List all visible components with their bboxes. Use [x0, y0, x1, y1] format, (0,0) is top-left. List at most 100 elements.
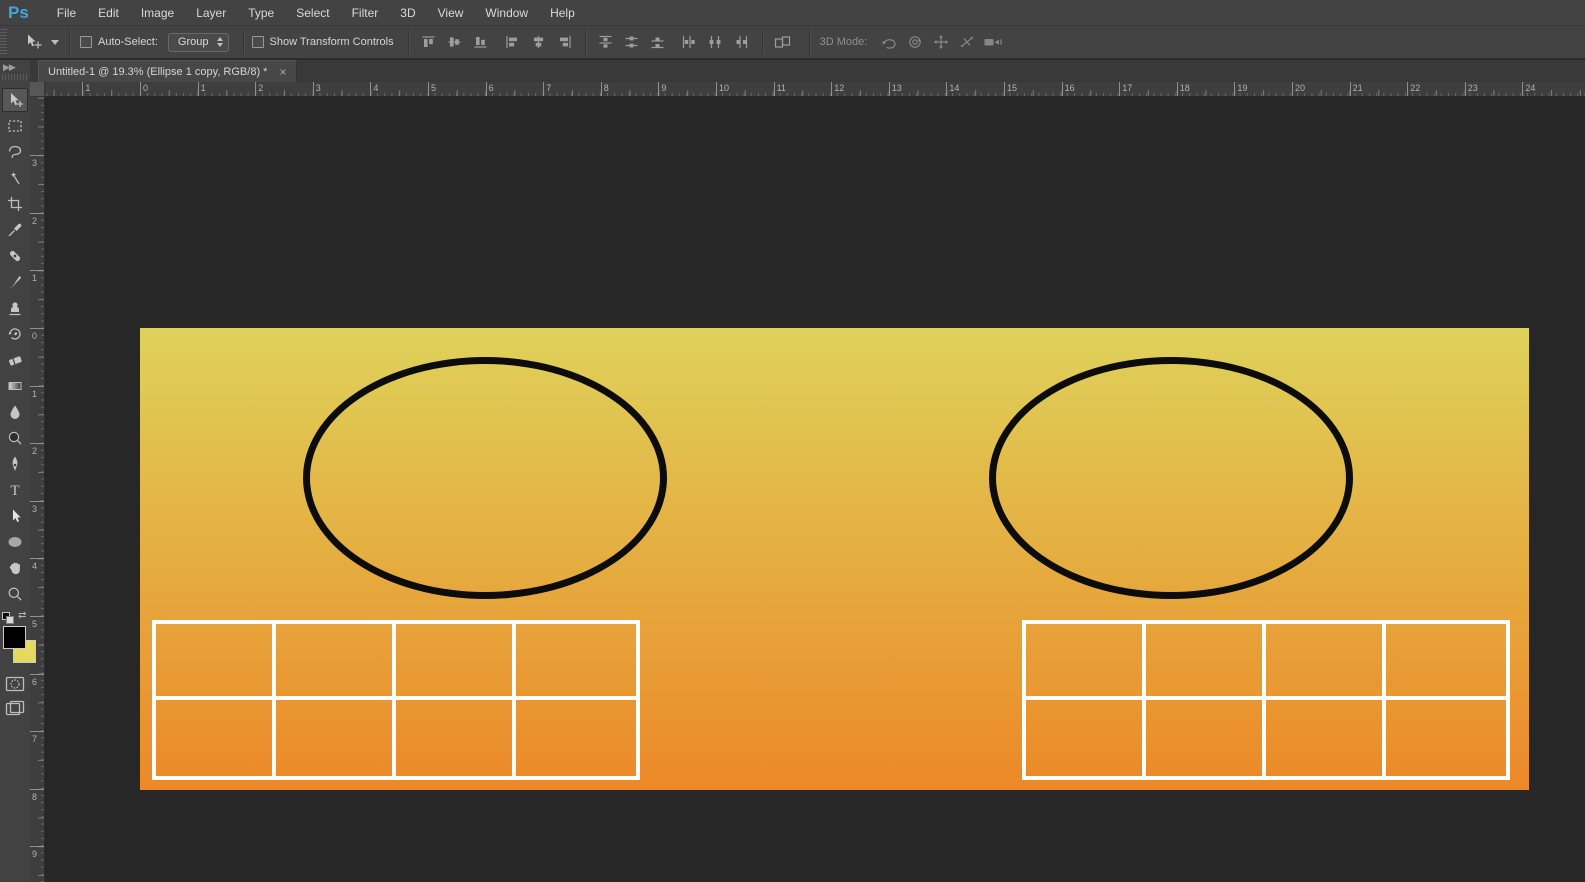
ruler-label: 9: [32, 849, 38, 860]
ruler-label: 4: [32, 561, 38, 572]
ruler-tick: [1407, 82, 1409, 96]
tool-preset-caret-icon[interactable]: [51, 39, 59, 45]
ruler-tick: [30, 731, 44, 733]
ruler-label: 2: [32, 215, 38, 226]
horizontal-ruler[interactable]: 1 0 1 2 3 4 5 6 7 8 9 10 11 12 13 14 15 16 17 18 19 20 21 22 23 2…: [45, 82, 1585, 97]
auto-align-layers-icon[interactable]: [771, 31, 795, 53]
history-brush-tool[interactable]: [2, 322, 28, 346]
brush-tool[interactable]: [2, 270, 28, 294]
ruler-label: 0: [32, 331, 38, 341]
separator: [242, 29, 244, 55]
menu-filter[interactable]: Filter: [350, 4, 381, 22]
ruler-tick: [30, 558, 44, 560]
foreground-color-swatch[interactable]: [3, 626, 26, 649]
ruler-label: 11: [776, 83, 786, 93]
type-tool[interactable]: T: [2, 478, 28, 502]
move-tool[interactable]: [2, 88, 28, 112]
swap-colors-icon[interactable]: ⇄: [18, 610, 26, 621]
eyedropper-tool[interactable]: [2, 218, 28, 242]
distribute-left-icon[interactable]: [678, 31, 702, 53]
menu-edit[interactable]: Edit: [96, 4, 121, 22]
ruler-tick: [716, 82, 717, 96]
options-bar-grip[interactable]: [0, 28, 7, 56]
spot-healing-brush-tool[interactable]: [2, 244, 28, 268]
auto-select-mode-dropdown[interactable]: Group: [167, 32, 229, 52]
menu-3d[interactable]: 3D: [398, 4, 417, 22]
ruler-label: 10: [719, 83, 730, 93]
ruler-label: 14: [949, 83, 960, 93]
ruler-tick: [82, 82, 84, 96]
gradient-tool[interactable]: [2, 374, 28, 398]
menu-image[interactable]: Image: [139, 4, 176, 22]
distribute-horizontal-centers-icon[interactable]: [704, 31, 728, 53]
align-bottom-icon[interactable]: [469, 31, 493, 53]
distribute-bottom-icon[interactable]: [646, 31, 670, 53]
menu-select[interactable]: Select: [294, 4, 331, 22]
crop-tool[interactable]: [2, 192, 28, 216]
menu-layer[interactable]: Layer: [194, 4, 228, 22]
ruler-label: 1: [85, 83, 91, 93]
blur-tool[interactable]: [2, 400, 28, 424]
ruler-label: 7: [32, 734, 38, 745]
zoom-tool[interactable]: [2, 582, 28, 606]
menu-help[interactable]: Help: [548, 4, 577, 22]
options-bar: Auto-Select: Group Show Transform Contro…: [0, 26, 1585, 59]
show-transform-controls-label: Show Transform Controls: [269, 36, 394, 48]
distribute-right-icon[interactable]: [730, 31, 754, 53]
ruler-label: 17: [1122, 83, 1133, 93]
table-grid-left: [152, 620, 640, 780]
tab-close-icon[interactable]: ×: [279, 66, 286, 78]
photoshop-logo: Ps: [8, 2, 29, 22]
move-tool-preset-icon[interactable]: [22, 31, 46, 53]
menu-view[interactable]: View: [436, 4, 466, 22]
ruler-label: 13: [891, 83, 902, 93]
ruler-tick: [831, 82, 833, 96]
menu-file[interactable]: File: [55, 4, 78, 22]
ruler-label: 5: [431, 83, 437, 93]
3d-camera-icon: [981, 31, 1005, 53]
menu-type[interactable]: Type: [246, 4, 276, 22]
ruler-tick: [30, 212, 44, 214]
default-colors-icon[interactable]: [2, 612, 14, 624]
ruler-tick: [543, 82, 545, 96]
vertical-ruler[interactable]: 3210123456789: [30, 97, 45, 882]
auto-select-label: Auto-Select:: [98, 36, 158, 48]
dodge-tool[interactable]: [2, 426, 28, 450]
show-transform-controls-checkbox[interactable]: [251, 36, 264, 48]
pen-tool[interactable]: [2, 452, 28, 476]
distribute-vertical-centers-icon[interactable]: [620, 31, 644, 53]
tool-panel-grip[interactable]: [2, 74, 28, 80]
ruler-corner: [30, 82, 45, 97]
align-horizontal-centers-icon[interactable]: [527, 31, 551, 53]
separator: [584, 29, 586, 55]
ruler-label: 22: [1410, 83, 1421, 93]
quick-selection-tool[interactable]: [2, 166, 28, 190]
document-tab[interactable]: Untitled-1 @ 19.3% (Ellipse 1 copy, RGB/…: [38, 60, 298, 82]
quick-mask-button[interactable]: [2, 674, 28, 694]
ruler-tick: [1464, 82, 1466, 96]
clone-stamp-tool[interactable]: [2, 296, 28, 320]
auto-select-checkbox[interactable]: [80, 36, 92, 48]
ruler-tick: [1061, 82, 1063, 96]
separator: [808, 29, 810, 55]
align-left-icon[interactable]: [501, 31, 525, 53]
lasso-tool[interactable]: [2, 140, 28, 164]
menu-window[interactable]: Window: [483, 4, 530, 22]
align-vertical-centers-icon[interactable]: [443, 31, 467, 53]
path-selection-tool[interactable]: [2, 504, 28, 528]
ruler-label: 24: [1525, 83, 1536, 93]
align-right-icon[interactable]: [553, 31, 577, 53]
screen-mode-button[interactable]: [2, 698, 28, 718]
hand-tool[interactable]: [2, 556, 28, 580]
eraser-tool[interactable]: [2, 348, 28, 372]
separator: [761, 29, 763, 55]
document-canvas[interactable]: [140, 328, 1529, 790]
distribute-top-icon[interactable]: [594, 31, 618, 53]
ruler-label: 1: [200, 83, 206, 93]
collapse-panel-icon[interactable]: ▶▶: [3, 62, 16, 73]
ellipse-shape-tool[interactable]: [2, 530, 28, 554]
3d-roll-icon: [903, 31, 927, 53]
align-top-icon[interactable]: [417, 31, 441, 53]
ruler-label: 8: [32, 791, 38, 802]
rectangular-marquee-tool[interactable]: [2, 114, 28, 138]
